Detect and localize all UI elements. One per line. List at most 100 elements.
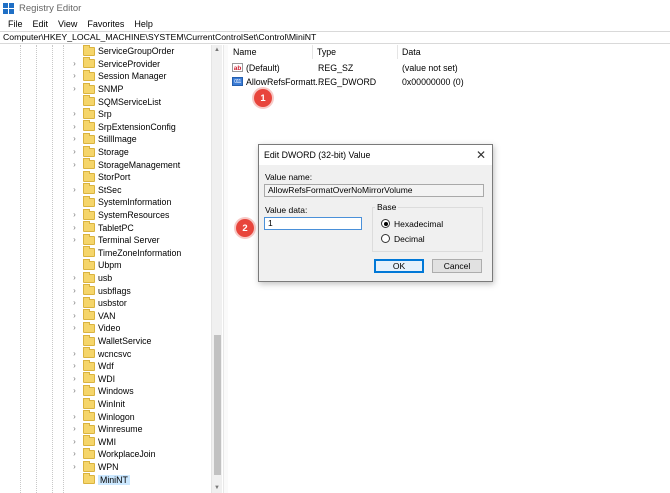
chevron-right-icon[interactable]: › <box>70 223 79 232</box>
chevron-right-icon[interactable]: › <box>70 463 79 472</box>
column-header-type[interactable]: Type <box>317 45 336 59</box>
chevron-right-icon[interactable]: › <box>70 412 79 421</box>
chevron-right-icon[interactable]: › <box>70 185 79 194</box>
tree-item[interactable]: › StillImage <box>70 132 137 146</box>
tree-item-label: WinInit <box>98 399 125 410</box>
chevron-right-icon[interactable]: › <box>70 311 79 320</box>
folder-icon <box>83 435 95 447</box>
close-icon[interactable]: ✕ <box>476 148 486 162</box>
tree-item-label: usb <box>98 273 113 284</box>
tree-item[interactable]: › SystemResources <box>70 208 169 222</box>
menu-file[interactable]: File <box>3 19 28 29</box>
tree-item[interactable]: › TabletPC <box>70 221 134 234</box>
chevron-right-icon[interactable]: › <box>70 274 79 283</box>
chevron-right-icon[interactable]: › <box>70 85 79 94</box>
column-header-data[interactable]: Data <box>402 45 421 59</box>
folder-icon <box>83 233 95 245</box>
tree-item[interactable]: › Winresume <box>70 422 142 436</box>
pane-splitter[interactable] <box>223 45 228 493</box>
tree-item[interactable]: › ServiceProvider <box>70 57 160 71</box>
chevron-right-icon[interactable]: › <box>70 349 79 358</box>
tree-item[interactable]: SystemInformation <box>70 195 171 209</box>
tree-item[interactable]: › WPN <box>70 460 119 474</box>
cancel-button[interactable]: Cancel <box>432 259 482 273</box>
tree-item[interactable]: TimeZoneInformation <box>70 246 181 260</box>
dialog-title-bar[interactable]: Edit DWORD (32-bit) Value ✕ <box>259 145 492 165</box>
tree-item[interactable]: › Srp <box>70 107 112 121</box>
decimal-label[interactable]: Decimal <box>394 234 425 244</box>
folder-icon <box>83 120 95 132</box>
scrollbar-thumb[interactable] <box>214 335 221 475</box>
chevron-right-icon[interactable]: › <box>70 236 79 245</box>
tree-item[interactable]: › StSec <box>70 183 121 197</box>
folder-icon <box>83 170 95 182</box>
hexadecimal-radio[interactable] <box>381 219 390 228</box>
menu-favorites[interactable]: Favorites <box>82 19 129 29</box>
menu-help[interactable]: Help <box>129 19 158 29</box>
tree-item[interactable]: StorPort <box>70 170 130 184</box>
chevron-right-icon[interactable]: › <box>70 387 79 396</box>
chevron-right-icon[interactable]: › <box>70 450 79 459</box>
folder-icon <box>83 145 95 157</box>
tree-item[interactable]: SQMServiceList <box>70 95 161 108</box>
chevron-right-icon[interactable]: › <box>70 110 79 119</box>
tree-item[interactable]: › SrpExtensionConfig <box>70 120 176 134</box>
address-bar[interactable]: Computer\HKEY_LOCAL_MACHINE\SYSTEM\Curre… <box>0 31 670 44</box>
chevron-right-icon[interactable]: › <box>70 135 79 144</box>
tree-item-label: Ubpm <box>98 260 122 271</box>
chevron-right-icon[interactable]: › <box>70 425 79 434</box>
tree-item[interactable]: › StorageManagement <box>70 158 180 171</box>
tree-item[interactable]: › WDI <box>70 372 115 386</box>
tree-item[interactable]: › wcncsvc <box>70 347 131 360</box>
tree-item[interactable]: › VAN <box>70 309 115 323</box>
tree-item[interactable]: › WorkplaceJoin <box>70 447 156 461</box>
chevron-right-icon[interactable]: › <box>70 211 79 220</box>
tree-item[interactable]: › WMI <box>70 435 116 449</box>
ok-button[interactable]: OK <box>374 259 424 273</box>
value-row-default[interactable]: ab (Default) REG_SZ (value not set) <box>229 62 670 74</box>
value-data-input[interactable]: 1 <box>264 217 362 230</box>
tree-item[interactable]: WinInit <box>70 397 125 411</box>
chevron-right-icon[interactable]: › <box>70 59 79 68</box>
tree-item[interactable]: MiniNT <box>70 473 130 486</box>
tree-scrollbar[interactable]: ▲ ▼ <box>211 45 222 493</box>
chevron-right-icon[interactable]: › <box>70 324 79 333</box>
scroll-up-arrow-icon[interactable]: ▲ <box>212 45 222 55</box>
chevron-right-icon[interactable]: › <box>70 72 79 81</box>
menu-edit[interactable]: Edit <box>28 19 54 29</box>
tree-item[interactable]: › SNMP <box>70 82 123 96</box>
chevron-right-icon[interactable]: › <box>70 148 79 157</box>
tree-item[interactable]: › usbstor <box>70 296 127 310</box>
tree-item[interactable]: › usbflags <box>70 284 131 297</box>
tree-item[interactable]: › Windows <box>70 384 134 398</box>
tree-item[interactable]: › usb <box>70 271 113 285</box>
tree-item[interactable]: › Video <box>70 321 120 335</box>
chevron-right-icon[interactable]: › <box>70 437 79 446</box>
tree-item-label: Session Manager <box>98 71 167 82</box>
folder-icon <box>83 397 95 409</box>
tree-item[interactable]: › Terminal Server <box>70 233 160 247</box>
chevron-right-icon[interactable]: › <box>70 160 79 169</box>
dialog-title: Edit DWORD (32-bit) Value <box>264 150 371 160</box>
menu-view[interactable]: View <box>53 19 82 29</box>
chevron-right-icon[interactable]: › <box>70 374 79 383</box>
tree-item[interactable]: › Session Manager <box>70 69 167 83</box>
column-header-name[interactable]: Name <box>233 45 256 59</box>
tree-item[interactable]: Ubpm <box>70 258 122 272</box>
tree-item[interactable]: › Wdf <box>70 359 114 373</box>
tree-item[interactable]: › Storage <box>70 145 129 159</box>
hexadecimal-label[interactable]: Hexadecimal <box>394 219 443 229</box>
tree-item[interactable]: WalletService <box>70 334 151 348</box>
tree-item-label: TabletPC <box>98 222 134 233</box>
tree-item[interactable]: ServiceGroupOrder <box>70 45 174 58</box>
decimal-radio[interactable] <box>381 234 390 243</box>
folder-icon <box>83 347 95 359</box>
scroll-down-arrow-icon[interactable]: ▼ <box>212 483 222 493</box>
value-row-allowrefs[interactable]: 011 AllowRefsFormatt... REG_DWORD 0x0000… <box>229 76 670 88</box>
chevron-right-icon[interactable]: › <box>70 286 79 295</box>
chevron-right-icon[interactable]: › <box>70 122 79 131</box>
chevron-right-icon[interactable]: › <box>70 362 79 371</box>
tree-item[interactable]: › Winlogon <box>70 410 135 423</box>
chevron-right-icon[interactable]: › <box>70 299 79 308</box>
folder-icon <box>83 334 95 346</box>
